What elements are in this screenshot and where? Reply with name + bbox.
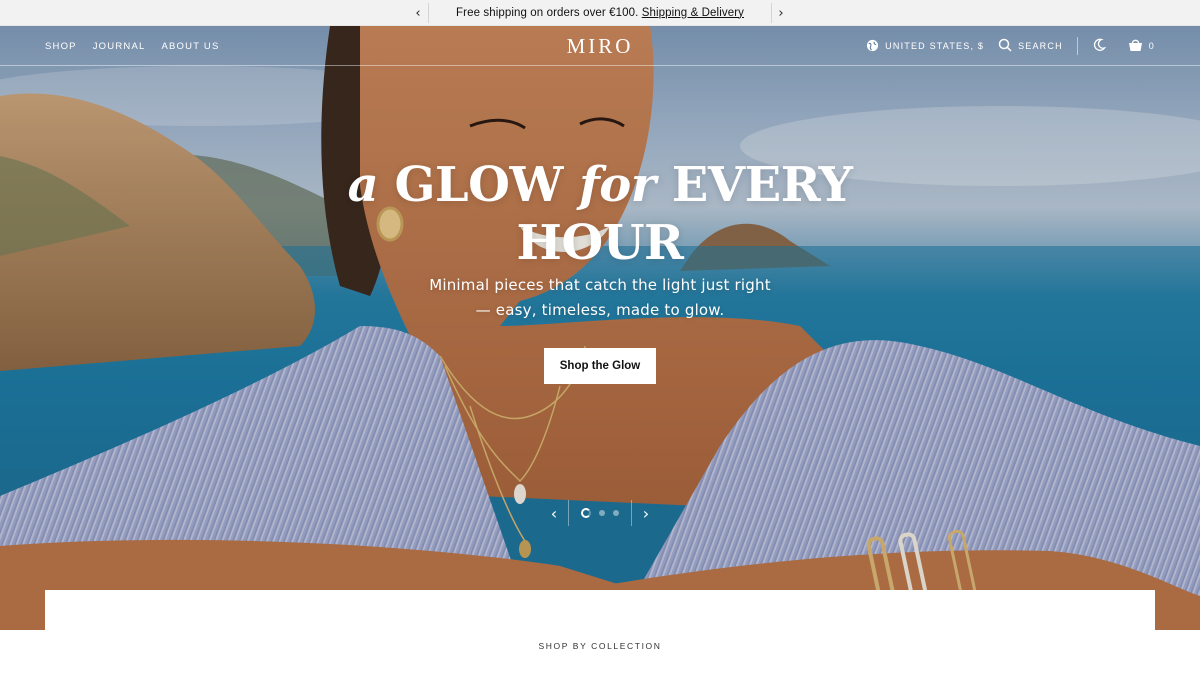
cart-icon [1128,37,1143,56]
search-label: SEARCH [1018,41,1063,51]
slide-dot-3[interactable] [613,510,619,516]
announcement-bar: ‹ Free shipping on orders over €100. Shi… [0,0,1200,26]
hero-subheading: Minimal pieces that catch the light just… [429,276,771,319]
locale-selector[interactable]: UNITED STATES, $ [866,37,984,56]
header-divider-line [0,65,1200,66]
theme-toggle[interactable] [1092,37,1107,56]
headline-italic-for: for [579,157,656,213]
slide-dot-2[interactable] [599,510,605,516]
search-button[interactable]: SEARCH [998,37,1063,56]
prev-slide-icon[interactable]: ‹ [540,499,568,527]
announcement-divider-left [428,3,429,23]
nav-shop[interactable]: SHOP [45,41,77,52]
announcement-text: Free shipping on orders over €100. Shipp… [456,7,744,19]
cart-button[interactable]: 0 [1128,37,1155,56]
slide-dots [569,508,631,518]
headline-italic-a: a [347,157,379,213]
next-slide-icon[interactable]: › [632,499,660,527]
shop-by-collection-heading: SHOP BY COLLECTION [538,641,662,651]
headline-glow: GLOW [394,157,563,213]
header-divider [1076,37,1078,55]
logo[interactable]: MIRO [560,34,640,59]
nav-journal[interactable]: JOURNAL [93,41,146,52]
globe-icon [866,37,879,56]
headline-every-hour: EVERY HOUR [516,157,853,271]
main-nav: SHOP JOURNAL ABOUT US [45,41,219,52]
locale-label: UNITED STATES, $ [885,41,985,51]
cart-count: 0 [1148,41,1155,51]
hero-image [0,26,1200,630]
slideshow-controls: ‹ › [540,499,660,527]
slide-dot-1[interactable] [581,508,591,518]
collection-card [45,590,1155,675]
nav-about-us[interactable]: ABOUT US [161,41,219,52]
shipping-delivery-link[interactable]: Shipping & Delivery [642,7,744,19]
hero-headline: a GLOW for EVERY HOUR [300,156,900,272]
shop-the-glow-button[interactable]: Shop the Glow [544,348,656,384]
announcement-message: Free shipping on orders over €100. [456,6,639,19]
moon-icon [1092,37,1107,56]
header-actions: UNITED STATES, $ SEARCH 0 [866,36,1155,56]
chevron-right-icon[interactable]: › [767,0,795,26]
hero-banner: SHOP JOURNAL ABOUT US MIRO UNITED STATES… [0,26,1200,630]
search-icon [998,37,1012,56]
